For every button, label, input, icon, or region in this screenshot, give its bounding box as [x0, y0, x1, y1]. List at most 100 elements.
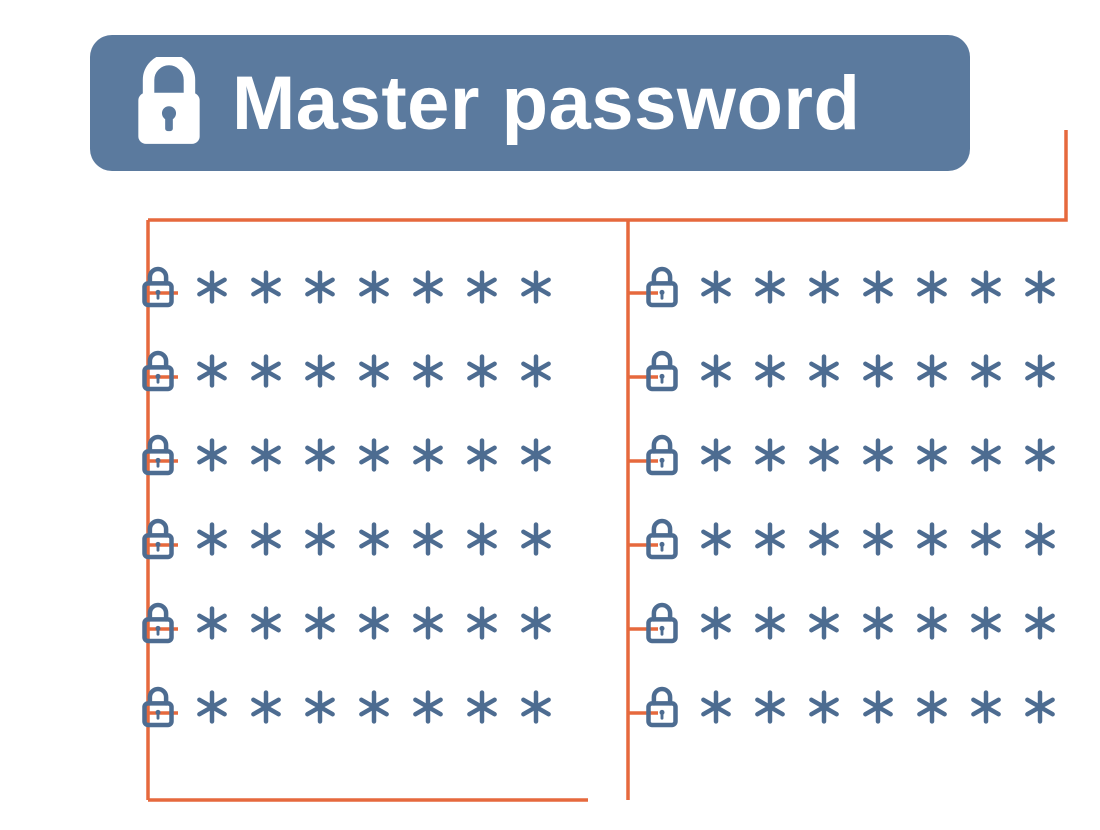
- asterisk-icon: [464, 353, 500, 389]
- lock-icon: [140, 517, 176, 561]
- asterisk-icon: [914, 689, 950, 725]
- password-entry: [140, 433, 554, 477]
- asterisk-icon: [518, 605, 554, 641]
- asterisk-icon: [1022, 437, 1058, 473]
- asterisk-icon: [914, 521, 950, 557]
- asterisk-icon: [248, 269, 284, 305]
- asterisk-icon: [914, 269, 950, 305]
- password-entry: [140, 685, 554, 729]
- asterisk-icon: [464, 521, 500, 557]
- asterisk-icon: [968, 353, 1004, 389]
- asterisk-icon: [1022, 605, 1058, 641]
- asterisk-icon: [518, 353, 554, 389]
- asterisk-icon: [860, 353, 896, 389]
- password-column-left: [140, 265, 554, 729]
- masked-password: [698, 605, 1058, 641]
- lock-icon: [140, 433, 176, 477]
- asterisk-icon: [860, 521, 896, 557]
- masked-password: [698, 689, 1058, 725]
- asterisk-icon: [806, 689, 842, 725]
- asterisk-icon: [356, 269, 392, 305]
- asterisk-icon: [356, 605, 392, 641]
- asterisk-icon: [752, 689, 788, 725]
- asterisk-icon: [248, 605, 284, 641]
- asterisk-icon: [1022, 353, 1058, 389]
- asterisk-icon: [914, 353, 950, 389]
- lock-icon: [644, 349, 680, 393]
- asterisk-icon: [698, 689, 734, 725]
- lock-icon: [140, 265, 176, 309]
- masked-password: [698, 353, 1058, 389]
- asterisk-icon: [464, 605, 500, 641]
- asterisk-icon: [698, 353, 734, 389]
- password-entry: [644, 601, 1058, 645]
- asterisk-icon: [302, 605, 338, 641]
- password-manager-diagram: Master password: [80, 35, 1040, 171]
- asterisk-icon: [248, 521, 284, 557]
- asterisk-icon: [194, 521, 230, 557]
- asterisk-icon: [752, 521, 788, 557]
- asterisk-icon: [302, 521, 338, 557]
- asterisk-icon: [248, 689, 284, 725]
- lock-icon: [644, 517, 680, 561]
- masked-password: [698, 269, 1058, 305]
- asterisk-icon: [410, 521, 446, 557]
- asterisk-icon: [806, 269, 842, 305]
- password-entry: [140, 517, 554, 561]
- asterisk-icon: [806, 521, 842, 557]
- asterisk-icon: [968, 689, 1004, 725]
- asterisk-icon: [410, 269, 446, 305]
- asterisk-icon: [194, 605, 230, 641]
- asterisk-icon: [518, 437, 554, 473]
- asterisk-icon: [806, 353, 842, 389]
- asterisk-icon: [410, 605, 446, 641]
- asterisk-icon: [752, 437, 788, 473]
- lock-icon: [644, 265, 680, 309]
- masked-password: [698, 521, 1058, 557]
- asterisk-icon: [860, 269, 896, 305]
- asterisk-icon: [194, 353, 230, 389]
- asterisk-icon: [194, 269, 230, 305]
- asterisk-icon: [752, 605, 788, 641]
- asterisk-icon: [302, 437, 338, 473]
- asterisk-icon: [518, 689, 554, 725]
- masked-password: [194, 689, 554, 725]
- asterisk-icon: [518, 269, 554, 305]
- lock-icon: [130, 57, 208, 149]
- password-column-right: [644, 265, 1058, 729]
- password-entry: [140, 349, 554, 393]
- asterisk-icon: [410, 353, 446, 389]
- password-entry: [644, 433, 1058, 477]
- asterisk-icon: [914, 605, 950, 641]
- master-password-box: Master password: [90, 35, 970, 171]
- asterisk-icon: [464, 269, 500, 305]
- lock-icon: [140, 685, 176, 729]
- masked-password: [194, 605, 554, 641]
- asterisk-icon: [698, 605, 734, 641]
- lock-icon: [644, 433, 680, 477]
- password-entry: [644, 349, 1058, 393]
- password-entry: [644, 685, 1058, 729]
- asterisk-icon: [914, 437, 950, 473]
- master-password-label: Master password: [232, 60, 860, 147]
- asterisk-icon: [860, 689, 896, 725]
- asterisk-icon: [752, 353, 788, 389]
- asterisk-icon: [968, 605, 1004, 641]
- asterisk-icon: [410, 437, 446, 473]
- asterisk-icon: [698, 521, 734, 557]
- masked-password: [194, 353, 554, 389]
- asterisk-icon: [248, 353, 284, 389]
- password-entry: [140, 265, 554, 309]
- asterisk-icon: [860, 437, 896, 473]
- masked-password: [194, 521, 554, 557]
- asterisk-icon: [806, 437, 842, 473]
- lock-icon: [644, 685, 680, 729]
- asterisk-icon: [698, 437, 734, 473]
- asterisk-icon: [248, 437, 284, 473]
- asterisk-icon: [968, 437, 1004, 473]
- asterisk-icon: [464, 689, 500, 725]
- asterisk-icon: [698, 269, 734, 305]
- lock-icon: [140, 601, 176, 645]
- password-entry: [644, 517, 1058, 561]
- asterisk-icon: [968, 269, 1004, 305]
